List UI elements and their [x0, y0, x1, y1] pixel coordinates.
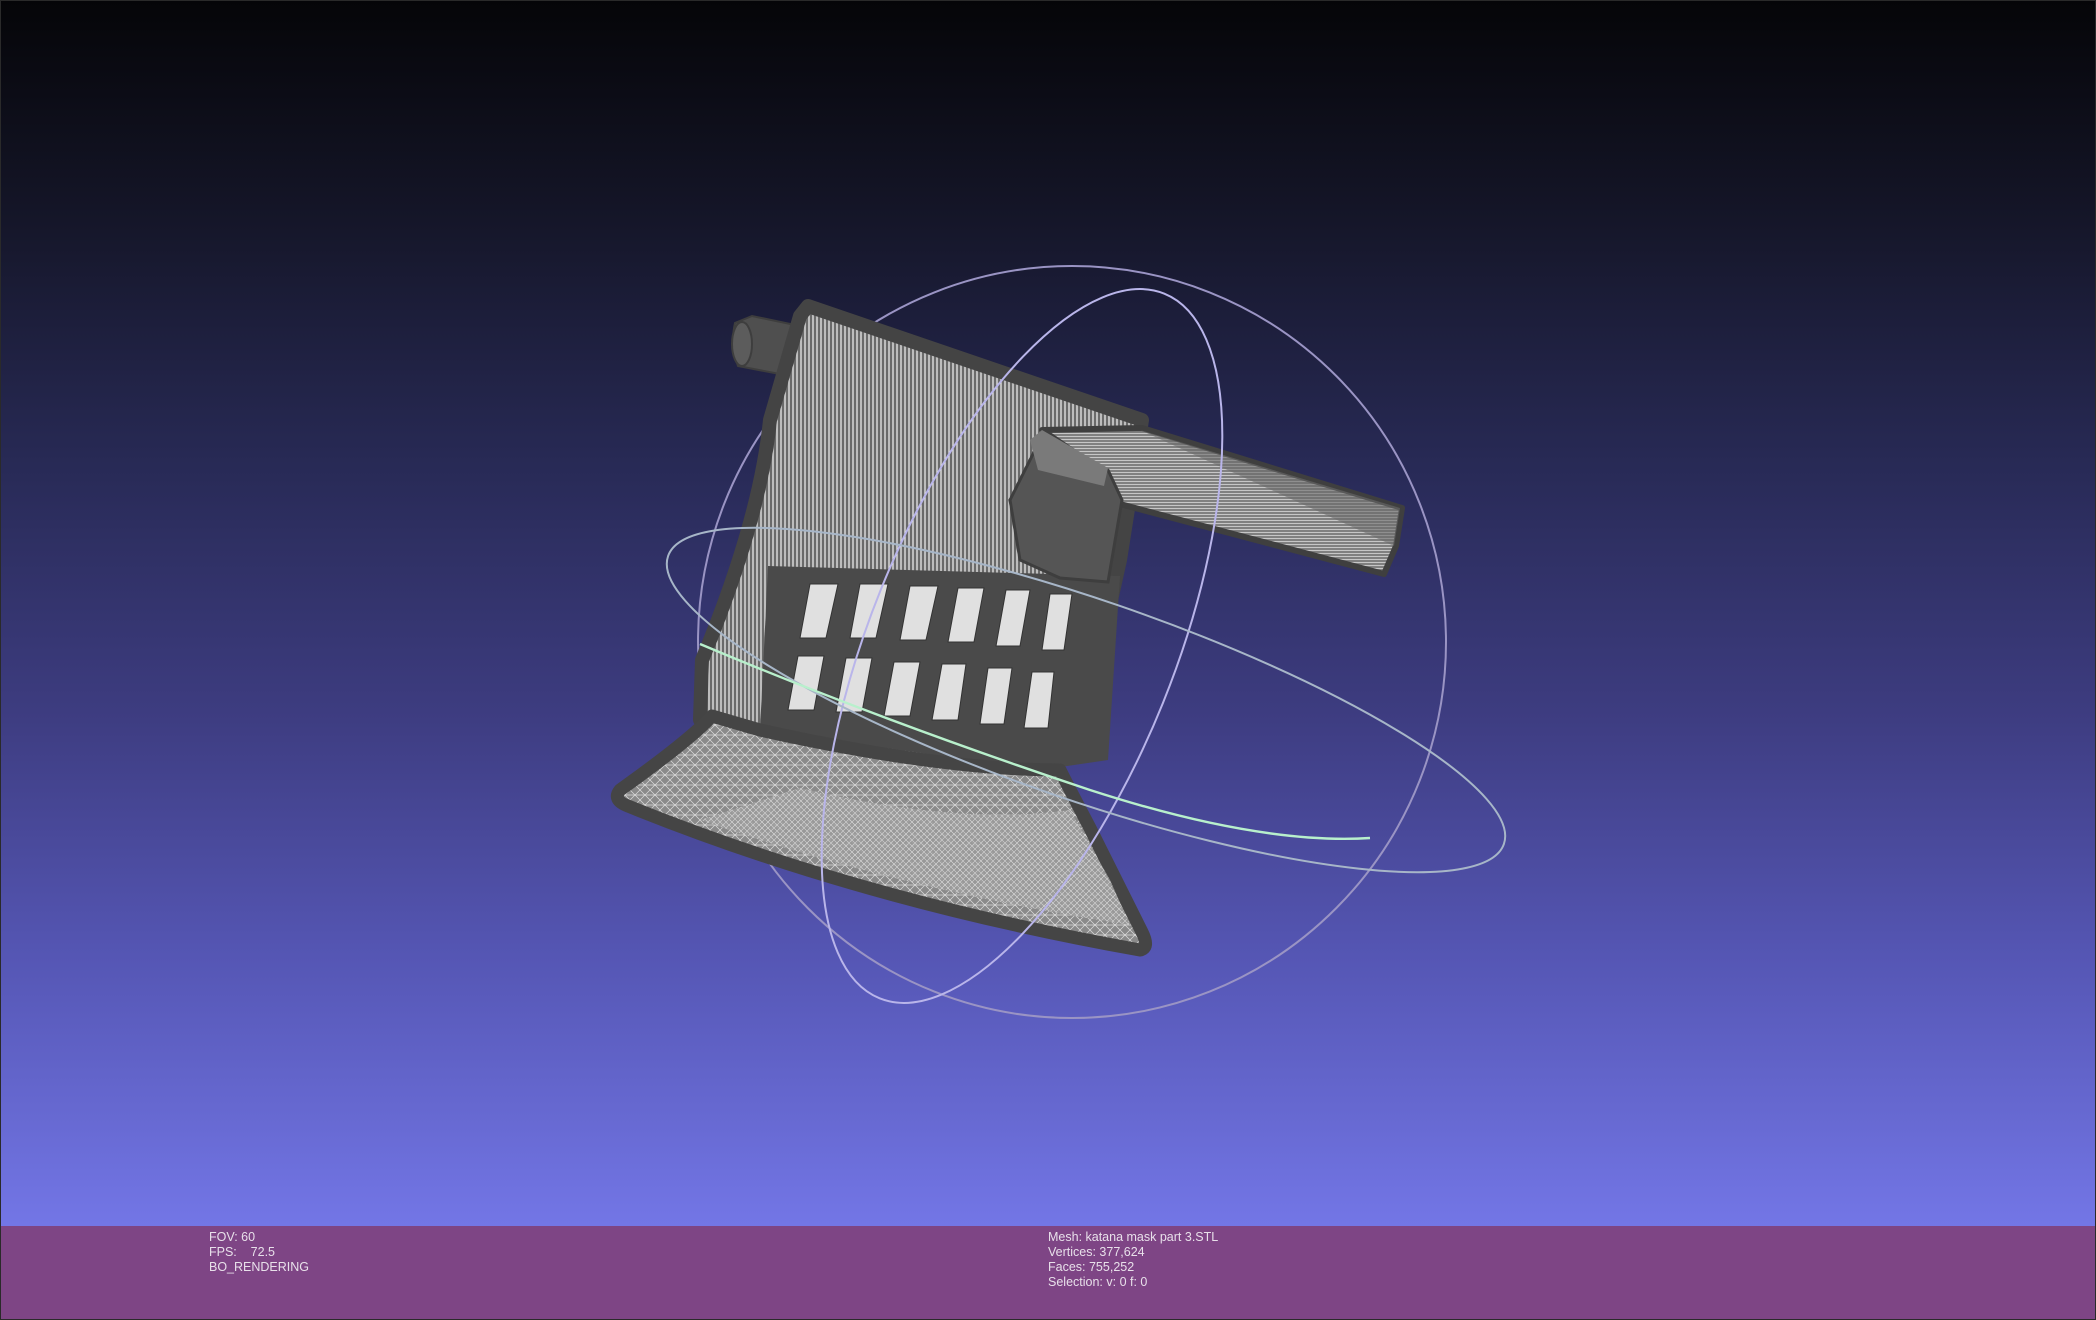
selection-text: Selection: v: 0 f: 0 [1048, 1275, 1148, 1289]
render-mode-text: BO_RENDERING [209, 1260, 310, 1274]
fps-text: FPS: 72.5 [209, 1245, 276, 1259]
mesh-name-text: Mesh: katana mask part 3.STL [1048, 1230, 1219, 1244]
viewer-info: FOV: 60 FPS: 72.5 BO_RENDERING [209, 1230, 309, 1275]
mesh-object-katana-mask [610, 299, 1405, 957]
faces-text: Faces: 755,252 [1048, 1260, 1135, 1274]
scene-canvas[interactable] [0, 0, 2096, 1226]
status-info-bar: FOV: 60 FPS: 72.5 BO_RENDERING Mesh: kat… [0, 1226, 2096, 1320]
3d-viewport[interactable] [0, 0, 2096, 1226]
vertices-text: Vertices: 377,624 [1048, 1245, 1145, 1259]
fov-text: FOV: 60 [209, 1230, 256, 1244]
mesh-info: Mesh: katana mask part 3.STL Vertices: 3… [1048, 1230, 1218, 1290]
